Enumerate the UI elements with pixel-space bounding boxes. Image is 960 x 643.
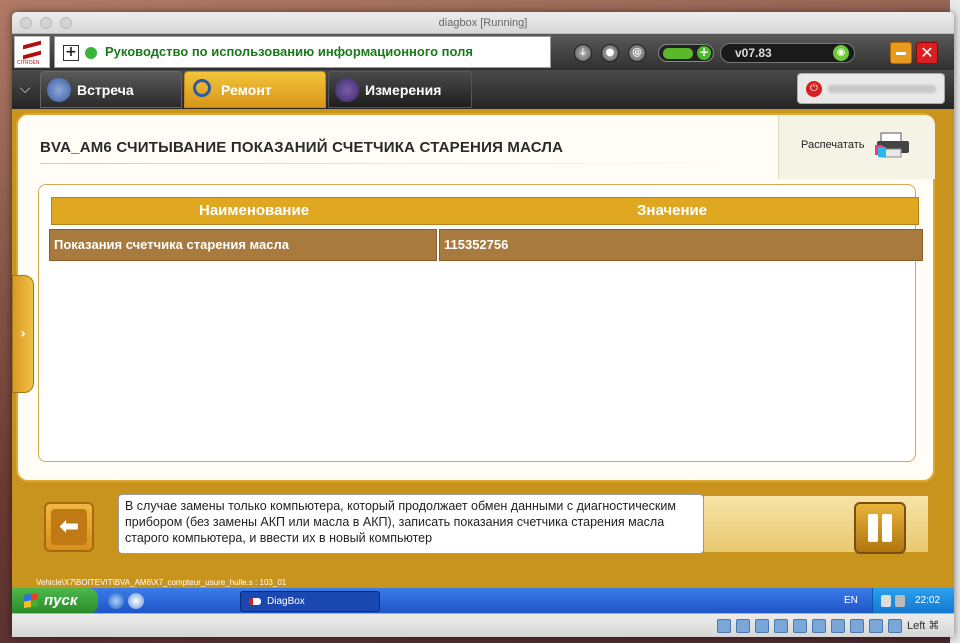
minus-icon xyxy=(896,52,906,55)
expand-plus-icon[interactable]: + xyxy=(63,45,79,61)
citroen-logo: CITROËN xyxy=(14,36,50,68)
tab-label: Измерения xyxy=(365,82,442,98)
internet-explorer-icon[interactable] xyxy=(108,593,124,609)
outlook-express-icon[interactable] xyxy=(128,593,144,609)
recording-icon[interactable] xyxy=(850,619,864,633)
optical-disk-icon[interactable] xyxy=(736,619,750,633)
main-panel: › BVA_AM6 СЧИТЫВАНИЕ ПОКАЗАНИЙ СЧЕТЧИКА … xyxy=(12,109,954,587)
battery-level-icon xyxy=(663,48,693,59)
data-table: Наименование Значение Показания счетчика… xyxy=(38,184,923,462)
network-adapter-icon[interactable] xyxy=(774,619,788,633)
tab-bar: ⌵ Встреча Ремонт Измерения ⏻ xyxy=(12,70,954,109)
power-icon[interactable]: ⏻ xyxy=(806,81,822,97)
vt-x-icon[interactable] xyxy=(869,619,883,633)
footer-bar: ⬅ В случае замены только компьютера, кот… xyxy=(28,488,938,576)
tab-measurements[interactable]: Измерения xyxy=(328,71,472,108)
magnifier-icon xyxy=(193,79,211,97)
language-indicator[interactable]: EN xyxy=(844,588,858,614)
download-icon[interactable]: ↓ xyxy=(574,44,592,62)
title-divider xyxy=(40,163,780,164)
minimize-button[interactable] xyxy=(890,42,912,64)
column-header-value: Значение xyxy=(637,202,708,219)
usb-icon[interactable] xyxy=(793,619,807,633)
row-value-cell: 115352756 xyxy=(439,229,923,261)
battery-toggle[interactable]: + xyxy=(658,44,714,62)
brand-text: CITROËN xyxy=(17,60,40,66)
windows-flag-icon xyxy=(24,593,38,608)
status-green-dot-icon xyxy=(85,47,97,59)
minimize-light-icon[interactable] xyxy=(40,17,52,29)
printer-icon xyxy=(875,132,909,158)
tab-label: Встреча xyxy=(77,82,134,98)
version-text: v07.83 xyxy=(735,46,772,60)
pause-bar-icon xyxy=(868,514,878,542)
display-icon[interactable] xyxy=(831,619,845,633)
top-toolbar: CITROËN + Руководство по использованию и… xyxy=(12,34,954,70)
close-button[interactable]: ✕ xyxy=(916,42,938,64)
side-expand-tab[interactable]: › xyxy=(12,275,34,393)
version-display: v07.83 ◉ xyxy=(720,43,855,63)
chevrons-icon xyxy=(23,40,41,60)
blurred-vehicle-id xyxy=(828,85,936,93)
start-label: пуск xyxy=(44,592,78,609)
content-area: BVA_AM6 СЧИТЫВАНИЕ ПОКАЗАНИЙ СЧЕТЧИКА СТ… xyxy=(16,113,935,482)
taskbar-item-diagbox[interactable]: DiagBox xyxy=(240,591,380,612)
start-button[interactable]: пуск xyxy=(12,588,98,614)
windows-taskbar: пуск DiagBox EN 22:02 xyxy=(12,587,954,614)
hdd-icon[interactable] xyxy=(717,619,731,633)
instruction-message: В случае замены только компьютера, котор… xyxy=(118,494,704,554)
virtualbox-window: diagbox [Running] CITROËN + Руководство … xyxy=(12,12,954,637)
column-header-name: Наименование xyxy=(199,202,310,219)
zoom-light-icon[interactable] xyxy=(60,17,72,29)
network-icon[interactable] xyxy=(881,595,891,607)
close-light-icon[interactable] xyxy=(20,17,32,29)
user-icon[interactable]: ● xyxy=(601,44,619,62)
virtualbox-statusbar: Left ⌘ xyxy=(12,613,954,637)
row-name-cell: Показания счетчика старения масла xyxy=(49,229,437,261)
print-label: Распечатать xyxy=(801,139,865,151)
guide-field[interactable]: + Руководство по использованию информаци… xyxy=(54,36,551,68)
window-titlebar: diagbox [Running] xyxy=(12,12,954,34)
volume-icon[interactable] xyxy=(895,595,905,607)
audio-icon[interactable] xyxy=(755,619,769,633)
vehicle-status-box[interactable]: ⏻ xyxy=(797,73,945,104)
back-button[interactable]: ⬅ xyxy=(44,502,94,552)
task-label: DiagBox xyxy=(267,596,305,607)
pause-bar-icon xyxy=(882,514,892,542)
table-row[interactable]: Показания счетчика старения масла 115352… xyxy=(49,229,923,261)
diagbox-app: CITROËN + Руководство по использованию и… xyxy=(12,34,954,587)
tab-repair[interactable]: Ремонт xyxy=(184,71,326,108)
script-path: Vehicle\X7\BOITEVIT\BVA_AM6\X7_compteur_… xyxy=(36,578,287,587)
chevron-down-icon[interactable]: ⌵ xyxy=(12,70,38,109)
clock: 22:02 xyxy=(915,595,941,606)
waveform-icon xyxy=(335,78,359,102)
mouse-integration-icon[interactable] xyxy=(888,619,902,633)
header-bar xyxy=(51,197,919,225)
email-icon[interactable]: @ xyxy=(628,44,646,62)
diagbox-icon xyxy=(249,598,261,605)
globe-icon xyxy=(47,78,71,102)
system-tray: 22:02 xyxy=(872,588,954,614)
page-title: BVA_AM6 СЧИТЫВАНИЕ ПОКАЗАНИЙ СЧЕТЧИКА СТ… xyxy=(40,139,564,156)
connection-icon[interactable]: ◉ xyxy=(833,45,849,61)
guide-text: Руководство по использованию информацион… xyxy=(105,44,473,59)
shared-folder-icon[interactable] xyxy=(812,619,826,633)
tab-meeting[interactable]: Встреча xyxy=(40,71,182,108)
tab-label: Ремонт xyxy=(221,82,272,98)
table-header: Наименование Значение xyxy=(51,197,919,225)
arrow-left-icon: ⬅ xyxy=(51,509,87,545)
plus-icon[interactable]: + xyxy=(697,46,711,60)
window-title: diagbox [Running] xyxy=(438,17,528,29)
print-button[interactable]: Распечатать xyxy=(778,115,935,179)
host-key-label: Left ⌘ xyxy=(907,620,940,632)
pause-button[interactable] xyxy=(854,502,906,554)
